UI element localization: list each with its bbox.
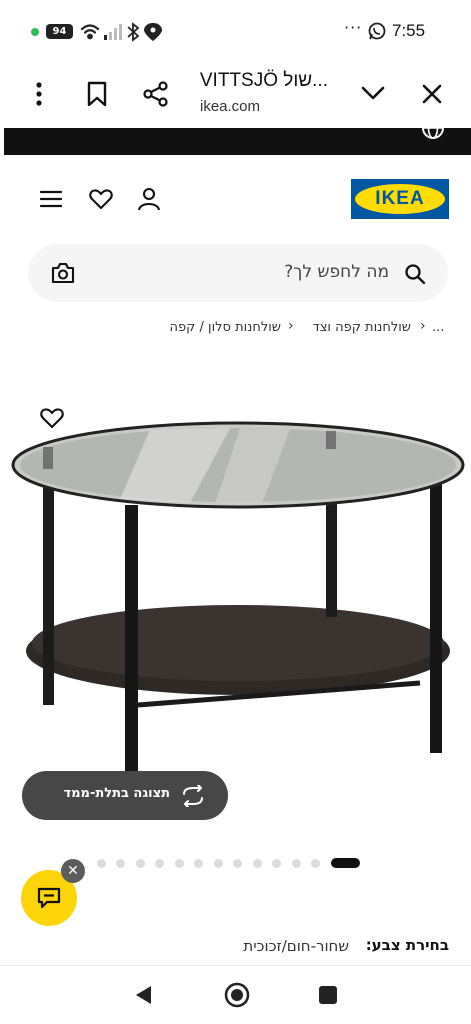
- carousel-dot-active[interactable]: [331, 858, 360, 868]
- heart-icon[interactable]: [89, 188, 113, 210]
- hamburger-menu-icon[interactable]: [40, 190, 62, 208]
- whatsapp-icon: [368, 22, 386, 40]
- back-icon[interactable]: [133, 984, 153, 1006]
- search-icon[interactable]: [404, 263, 426, 285]
- breadcrumb-separator-icon: ›: [288, 318, 294, 334]
- carousel-dot[interactable]: [291, 859, 301, 868]
- breadcrumb-item-coffee-side[interactable]: שולחנות קפה וצד: [313, 320, 411, 335]
- carousel-dot[interactable]: [155, 859, 164, 868]
- breadcrumb-item-living-room[interactable]: שולחנות סלון / קפה: [170, 320, 281, 335]
- carousel-dot[interactable]: [233, 859, 242, 868]
- rotate-3d-icon: [183, 785, 203, 807]
- home-icon[interactable]: [224, 982, 250, 1008]
- notification-dot: [31, 28, 39, 36]
- ikea-logo[interactable]: IKEA: [351, 179, 449, 219]
- color-value: שחור-חום/זכוכית: [243, 937, 349, 955]
- clock: 7:55: [392, 21, 426, 40]
- more-status-icon: ···: [344, 18, 363, 37]
- battery-badge: 94: [46, 24, 73, 39]
- bookmark-icon[interactable]: [86, 81, 108, 107]
- search-placeholder: מה לחפש לך?: [284, 262, 389, 282]
- share-icon[interactable]: [143, 81, 169, 107]
- recents-icon[interactable]: [318, 985, 338, 1005]
- wifi-icon: [80, 24, 100, 40]
- status-bar: 94 ··· 7:55: [0, 0, 471, 62]
- carousel-dot[interactable]: [311, 859, 320, 868]
- globe-icon[interactable]: [420, 118, 446, 140]
- favorite-heart-icon[interactable]: [40, 407, 64, 429]
- table-leg: [125, 505, 138, 782]
- chat-close-icon[interactable]: ✕: [61, 859, 85, 883]
- logo-text: IKEA: [375, 188, 425, 209]
- carousel-dot[interactable]: [135, 859, 145, 868]
- carousel-dot[interactable]: [194, 859, 203, 868]
- carousel-dot[interactable]: [272, 859, 281, 868]
- top-utility-strip: HE: [4, 118, 471, 155]
- language-label[interactable]: HE: [389, 120, 403, 131]
- status-icons: [80, 22, 162, 42]
- breadcrumb-separator-icon: ›: [420, 318, 426, 334]
- bluetooth-icon: [127, 22, 140, 42]
- view-3d-label: תצוגה בתלת-ממד: [63, 786, 170, 801]
- browser-toolbar: VITTSJÖ שול... ikea.com: [0, 62, 471, 128]
- carousel-dot[interactable]: [116, 859, 125, 868]
- breadcrumb-ellipsis[interactable]: ...: [432, 320, 444, 335]
- color-label: בחירת צבע:: [365, 936, 449, 954]
- table-leg: [43, 465, 54, 705]
- page-title: VITTSJÖ שול...: [199, 70, 328, 91]
- camera-icon[interactable]: [51, 262, 75, 284]
- carousel-dot[interactable]: [174, 859, 184, 868]
- user-icon[interactable]: [137, 187, 161, 211]
- carousel-dot[interactable]: [96, 859, 106, 868]
- carousel-dot[interactable]: [213, 859, 223, 868]
- carousel-dot[interactable]: [252, 859, 262, 868]
- kebab-menu-icon[interactable]: [30, 82, 48, 106]
- system-navigation-bar: [0, 965, 471, 1024]
- table-leg: [430, 483, 442, 753]
- chat-bubble-icon: [37, 887, 61, 909]
- signal-icon: [104, 24, 122, 40]
- chevron-down-icon[interactable]: [361, 85, 385, 101]
- view-3d-button[interactable]: תצוגה בתלת-ממד: [22, 771, 228, 820]
- page-url: ikea.com: [200, 98, 261, 115]
- close-icon[interactable]: [421, 83, 443, 105]
- location-icon: [144, 23, 162, 41]
- product-image[interactable]: [0, 385, 471, 805]
